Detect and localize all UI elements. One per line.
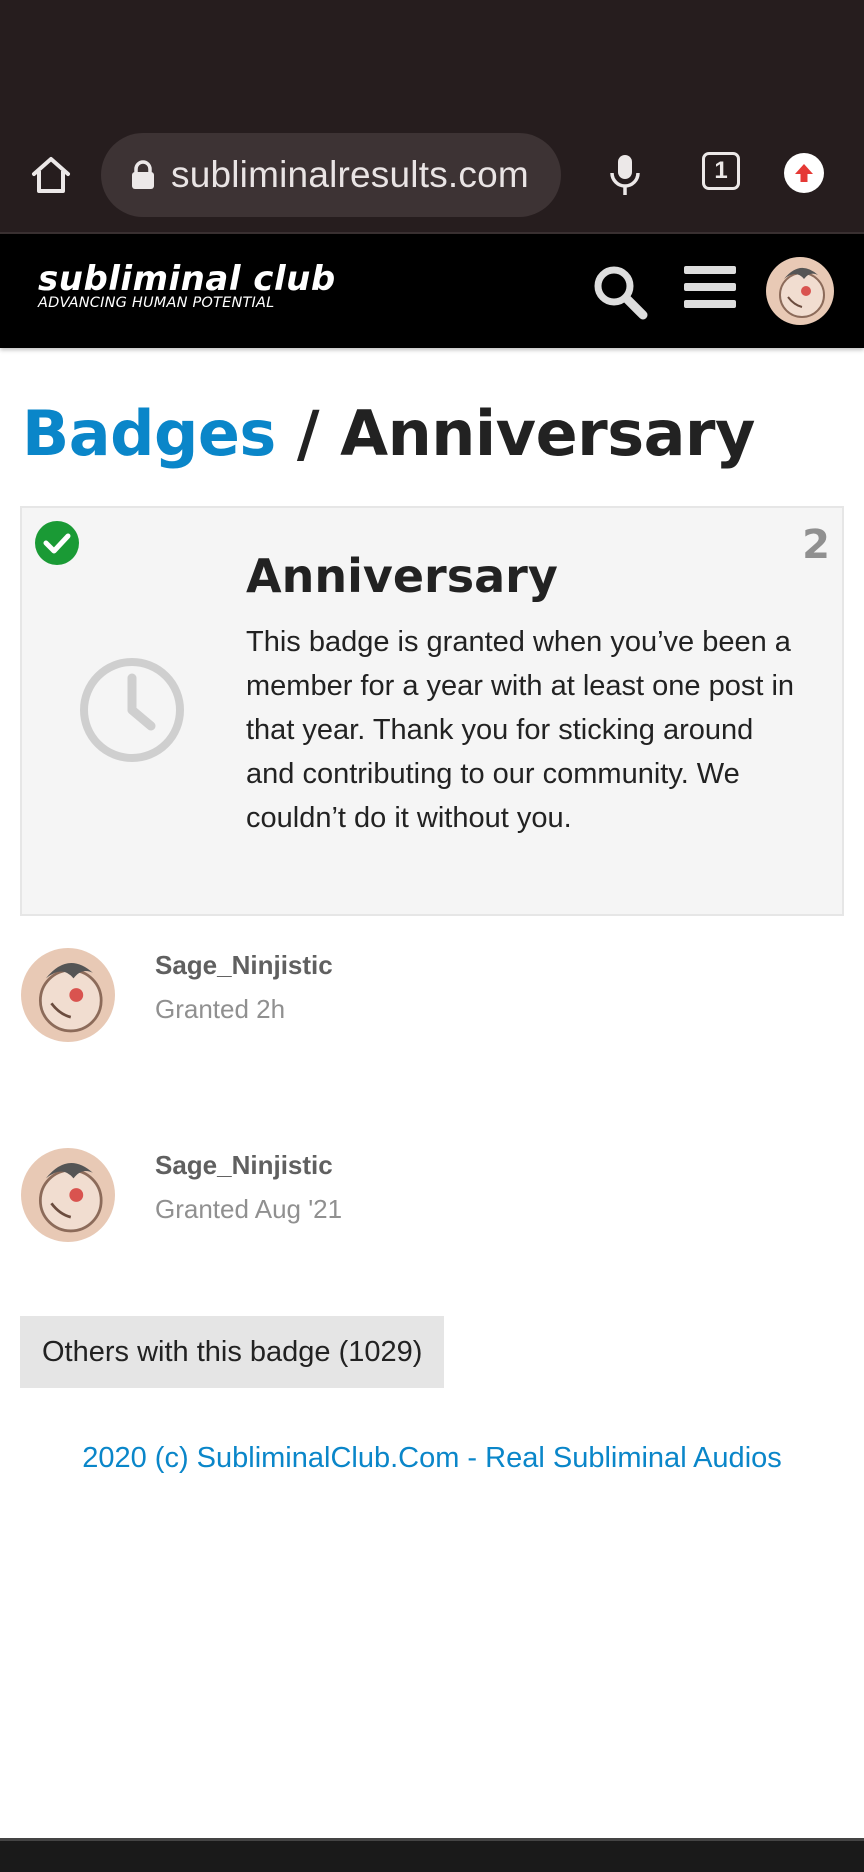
- search-button[interactable]: [590, 262, 650, 322]
- menu-bar-icon: [684, 266, 736, 274]
- user-avatar[interactable]: [766, 257, 834, 325]
- extension-button[interactable]: [784, 153, 824, 193]
- lock-icon: [132, 160, 154, 189]
- footer-link[interactable]: 2020 (c) SubliminalClub.Com - Real Subli…: [20, 1442, 844, 1475]
- navigation-bar: [0, 1838, 864, 1872]
- main-content: Badges / Anniversary 2 Anniversary This …: [0, 396, 864, 1475]
- badge-grant-count: 2: [802, 522, 830, 568]
- tab-switcher-button[interactable]: 1: [702, 152, 740, 190]
- avatar-image: [21, 1148, 115, 1242]
- breadcrumb-current: Anniversary: [340, 397, 755, 470]
- home-button[interactable]: [26, 150, 76, 200]
- menu-bar-icon: [684, 283, 736, 291]
- upload-arrow-icon: [795, 164, 813, 182]
- check-circle-icon: [35, 521, 79, 565]
- badge-description: This badge is granted when you’ve been a…: [246, 626, 795, 834]
- url-text: subliminalresults.com: [171, 154, 529, 195]
- logo-title: subliminal club: [38, 259, 336, 299]
- browser-toolbar: subliminalresults.com 1: [0, 130, 864, 234]
- menu-bar-icon: [684, 300, 736, 308]
- address-bar[interactable]: subliminalresults.com: [101, 133, 561, 217]
- site-header: subliminal club ADVANCING HUMAN POTENTIA…: [0, 234, 864, 348]
- badge-name: Anniversary: [246, 549, 558, 603]
- home-icon: [32, 157, 70, 193]
- grant-list-item: Sage_Ninjistic Granted Aug '21: [20, 1116, 844, 1316]
- grant-username[interactable]: Sage_Ninjistic: [155, 1150, 333, 1181]
- avatar-image: [766, 257, 834, 325]
- site-logo[interactable]: subliminal club ADVANCING HUMAN POTENTIA…: [38, 262, 336, 312]
- avatar-image: [21, 948, 115, 1042]
- search-icon: [594, 266, 648, 320]
- badge-card: 2 Anniversary This badge is granted when…: [20, 506, 844, 916]
- others-with-badge-button[interactable]: Others with this badge (1029): [20, 1316, 445, 1388]
- grant-time[interactable]: Granted 2h: [155, 994, 285, 1025]
- voice-search-button[interactable]: [600, 148, 650, 202]
- avatar[interactable]: [21, 948, 115, 1042]
- grant-username[interactable]: Sage_Ninjistic: [155, 950, 333, 981]
- status-bar-area: [0, 0, 864, 130]
- avatar[interactable]: [21, 1148, 115, 1242]
- badge-info: Anniversary This badge is granted when y…: [246, 548, 802, 840]
- clock-icon: [80, 658, 184, 762]
- grant-time[interactable]: Granted Aug '21: [155, 1194, 342, 1225]
- microphone-icon: [610, 155, 640, 195]
- breadcrumb-badges-link[interactable]: Badges: [22, 397, 276, 470]
- hamburger-menu-button[interactable]: [684, 266, 736, 316]
- breadcrumb-separator: /: [275, 397, 341, 470]
- grant-list-item: Sage_Ninjistic Granted 2h: [20, 916, 844, 1116]
- page-title: Badges / Anniversary: [22, 396, 844, 472]
